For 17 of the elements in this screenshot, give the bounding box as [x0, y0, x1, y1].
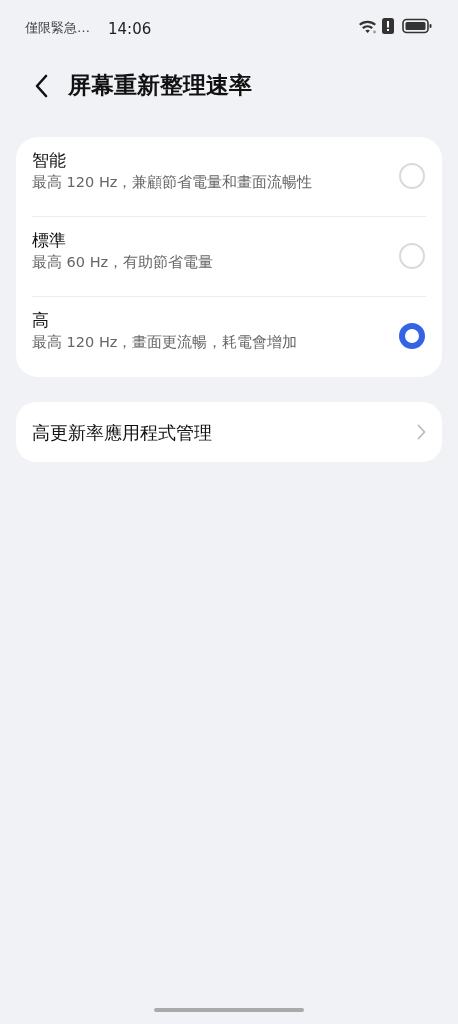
radio-button[interactable] — [399, 323, 425, 349]
option-description: 最高 120 Hz，兼顧節省電量和畫面流暢性 — [32, 172, 314, 192]
option-title: 標準 — [32, 229, 67, 252]
alert-icon — [382, 18, 394, 34]
carrier-text: 僅限緊急… — [25, 19, 90, 37]
home-indicator[interactable] — [154, 1008, 304, 1012]
page-title: 屏幕重新整理速率 — [68, 72, 252, 100]
clock-text: 14:06 — [108, 19, 152, 40]
wifi-icon — [358, 18, 378, 34]
settings-link[interactable]: 高更新率應用程式管理 — [16, 402, 442, 462]
battery-icon — [402, 18, 432, 34]
option-description: 最高 60 Hz，有助節省電量 — [32, 252, 215, 272]
option-title: 高 — [32, 309, 50, 332]
option-title: 智能 — [32, 149, 67, 172]
option-description: 最高 120 Hz，畫面更流暢，耗電會增加 — [32, 332, 299, 352]
chevron-icon — [417, 424, 426, 440]
back-icon[interactable] — [34, 74, 48, 98]
